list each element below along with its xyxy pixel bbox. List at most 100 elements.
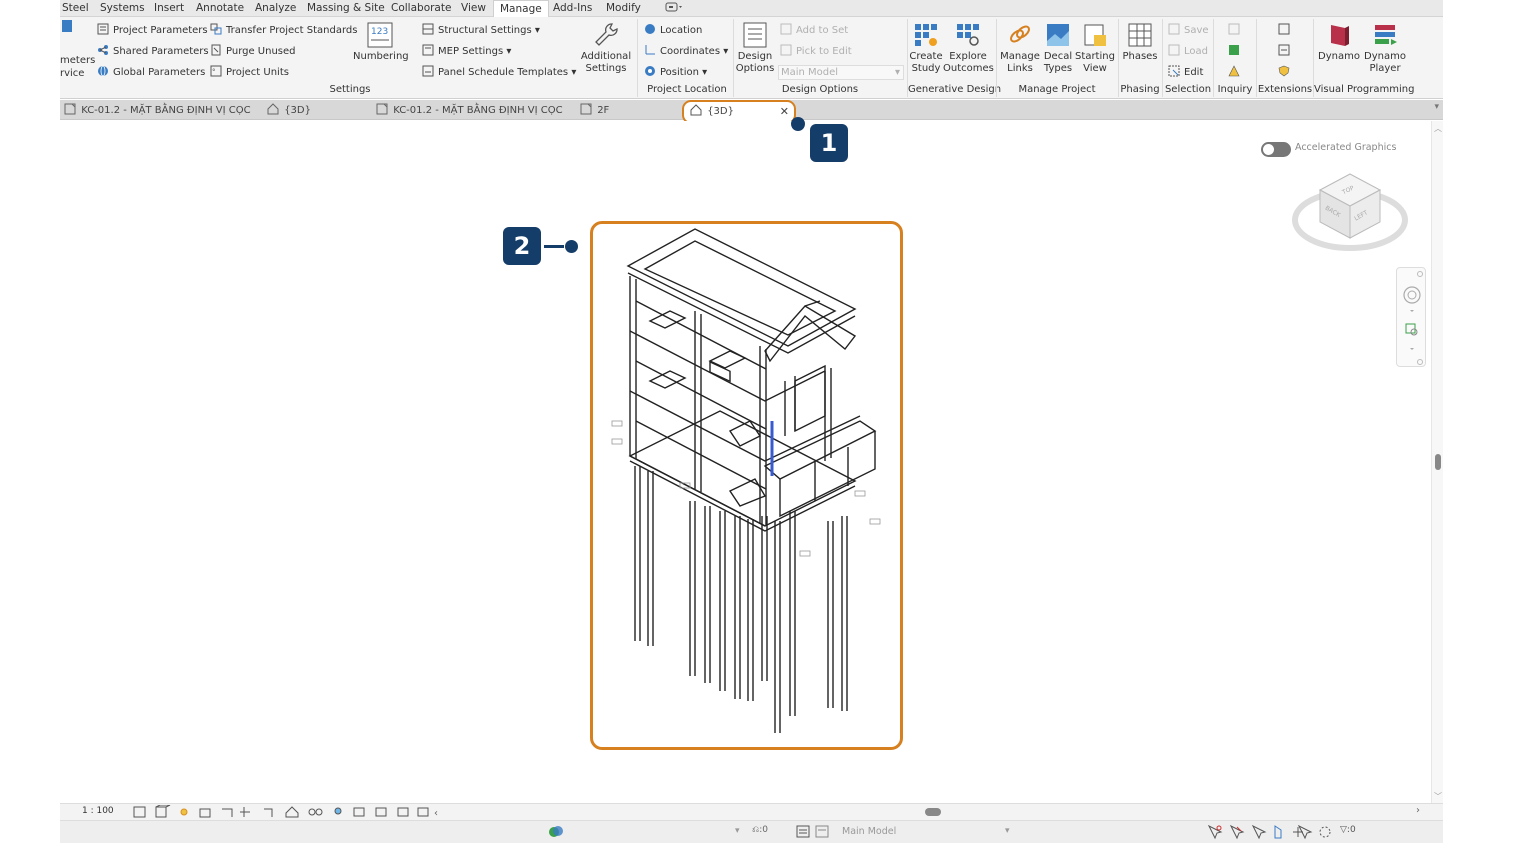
panel-schedule-templates-button[interactable]: Panel Schedule Templates ▾	[422, 65, 576, 81]
manage-links-label-1: Manage	[1000, 51, 1040, 62]
dynamo-button[interactable]: Dynamo	[1316, 21, 1362, 63]
scroll-thumb[interactable]	[1435, 454, 1441, 470]
callout-leader-2	[544, 245, 564, 248]
tab-2f[interactable]: 2F	[580, 102, 609, 119]
chevron-down-icon[interactable]: ▾	[735, 826, 740, 836]
filter-counter[interactable]: ▽:0	[1340, 825, 1356, 835]
view-toggle-dropdown[interactable]	[665, 0, 683, 17]
mep-settings-button[interactable]: MEP Settings ▾	[422, 44, 511, 60]
settings-group-label: Settings	[329, 84, 371, 95]
select-by-id-button[interactable]	[1228, 44, 1244, 60]
accelerated-graphics-label: Accelerated Graphics	[1295, 142, 1397, 153]
add-to-set-label: Add to Set	[796, 25, 849, 36]
tab-kc-01-2-plan-a[interactable]: KC-01.2 - MẶT BẰNG ĐỊNH VỊ CỌC	[64, 102, 251, 119]
design-option-selector[interactable]: Main Model ▾	[778, 65, 904, 80]
edit-selection-button[interactable]: Edit	[1168, 65, 1203, 81]
viewcube[interactable]: TOP BACK LEFT	[1290, 166, 1410, 256]
design-options-button[interactable]: Design Options	[734, 21, 776, 75]
pick-to-edit-button[interactable]: Pick to Edit	[780, 44, 852, 60]
additional-settings-label-2: Settings	[585, 63, 627, 74]
view-control-bar: 1 : 100 ‹ ›	[60, 803, 1443, 820]
warnings-button[interactable]	[1228, 65, 1244, 81]
ribbon-tab-add-ins[interactable]: Add-Ins	[553, 0, 592, 17]
additional-settings-label-1: Additional	[580, 51, 632, 62]
revit-window: Steel Systems Insert Annotate Analyze Ma…	[60, 0, 1443, 843]
view-scale[interactable]: 1 : 100	[82, 806, 114, 816]
structural-settings-button[interactable]: Structural Settings ▾	[422, 23, 540, 39]
coordinates-button[interactable]: Coordinates ▾	[644, 44, 728, 60]
editable-only-counter[interactable]: ⎌:0	[752, 825, 768, 835]
numbering-button[interactable]: 123 Numbering	[353, 21, 409, 63]
accelerated-graphics-toggle[interactable]	[1261, 142, 1291, 157]
tab-3d-a[interactable]: {3D}	[267, 102, 311, 119]
group-separator	[637, 19, 638, 97]
ribbon-tab-annotate[interactable]: Annotate	[196, 0, 244, 17]
starting-view-label-2: View	[1083, 63, 1107, 74]
scroll-right-icon[interactable]: ›	[1416, 805, 1420, 816]
add-to-set-button[interactable]: Add to Set	[780, 23, 848, 39]
horizontal-scroll-thumb[interactable]	[925, 808, 941, 816]
scroll-up-icon[interactable]: ︿	[1434, 123, 1442, 134]
tab-menu-icon[interactable]: ▾	[1434, 102, 1439, 112]
active-design-option[interactable]: Main Model	[842, 826, 896, 837]
additional-settings-button[interactable]: Additional Settings	[578, 21, 634, 75]
ribbon-tab-view[interactable]: View	[461, 0, 486, 17]
parameters-service-partial[interactable]	[60, 19, 76, 35]
chevron-down-icon[interactable]: ▾	[1005, 826, 1010, 836]
load-selection-button[interactable]: Load	[1168, 44, 1208, 60]
3d-viewport[interactable]: Accelerated Graphics TOP BACK LEFT 2	[60, 121, 1443, 804]
ribbon-tab-collaborate[interactable]: Collaborate	[391, 0, 451, 17]
transfer-project-standards-button[interactable]: Transfer Project Standards	[210, 23, 357, 39]
ribbon-tab-steel[interactable]: Steel	[62, 0, 89, 17]
selection-option-icons[interactable]	[1207, 824, 1347, 840]
scroll-down-icon[interactable]: ﹀	[1434, 791, 1442, 802]
global-parameters-button[interactable]: Global Parameters	[97, 65, 205, 81]
starting-view-button[interactable]: Starting View	[1075, 21, 1115, 75]
vertical-scrollbar[interactable]: ︿ ﹀	[1431, 121, 1443, 804]
close-tab-icon[interactable]: ✕	[780, 102, 789, 121]
worksharing-icon[interactable]	[548, 824, 564, 840]
position-button[interactable]: Position ▾	[644, 65, 707, 81]
create-study-icon	[915, 24, 937, 46]
dynamo-player-button[interactable]: Dynamo Player	[1362, 21, 1408, 75]
purge-unused-button[interactable]: Purge Unused	[210, 44, 296, 60]
globe-icon	[98, 65, 108, 77]
ribbon-tab-bar: Steel Systems Insert Annotate Analyze Ma…	[60, 0, 1443, 18]
project-location-group-label: Project Location	[647, 84, 727, 95]
tab-label: 2F	[597, 105, 610, 116]
ribbon-tab-modify[interactable]: Modify	[606, 0, 641, 17]
shared-parameters-button[interactable]: Shared Parameters	[97, 44, 209, 60]
macro-security-button[interactable]	[1278, 44, 1294, 60]
view-control-icons[interactable]: ‹	[132, 805, 442, 819]
decal-types-button[interactable]: Decal Types	[1040, 21, 1076, 75]
ribbon-tab-insert[interactable]: Insert	[154, 0, 184, 17]
macro-manager-button[interactable]	[1278, 23, 1294, 39]
window-toggle-icon	[665, 2, 682, 12]
ribbon-tab-analyze[interactable]: Analyze	[255, 0, 296, 17]
manage-links-button[interactable]: Manage Links	[998, 21, 1042, 75]
mep-settings-icon	[422, 44, 434, 56]
inquiry-ids-button[interactable]	[1228, 23, 1244, 39]
callout-dot-1	[791, 117, 805, 131]
explore-outcomes-button[interactable]: Explore Outcomes	[943, 21, 994, 75]
decal-types-icon	[1047, 24, 1069, 46]
project-parameters-button[interactable]: Project Parameters	[97, 23, 208, 39]
toggle-knob	[1263, 144, 1274, 155]
ribbon-tab-systems[interactable]: Systems	[100, 0, 145, 17]
navigation-icons	[1403, 271, 1423, 365]
create-study-button[interactable]: Create Study	[908, 21, 944, 75]
transfer-project-standards-label: Transfer Project Standards	[226, 25, 358, 36]
status-bar: ▾ ⎌:0 Main Model ▾ ▽:0	[60, 820, 1443, 843]
phases-button[interactable]: Phases	[1120, 21, 1160, 63]
tab-label: KC-01.2 - MẶT BẰNG ĐỊNH VỊ CỌC	[81, 105, 251, 116]
save-selection-button[interactable]: Save	[1168, 23, 1209, 39]
location-button[interactable]: Location	[644, 23, 702, 39]
design-options-status-icons[interactable]	[796, 825, 830, 839]
floor-plan-icon	[580, 103, 592, 115]
extensions-group-label: Extensions	[1257, 84, 1313, 95]
project-units-button[interactable]: ° Project Units	[210, 65, 289, 81]
ribbon-tab-massing-site[interactable]: Massing & Site	[307, 0, 385, 17]
ribbon-tab-manage[interactable]: Manage	[493, 0, 549, 18]
tab-kc-01-2-plan-b[interactable]: KC-01.2 - MẶT BẰNG ĐỊNH VỊ CỌC	[376, 102, 563, 119]
extensions-shield-button[interactable]	[1278, 65, 1294, 81]
